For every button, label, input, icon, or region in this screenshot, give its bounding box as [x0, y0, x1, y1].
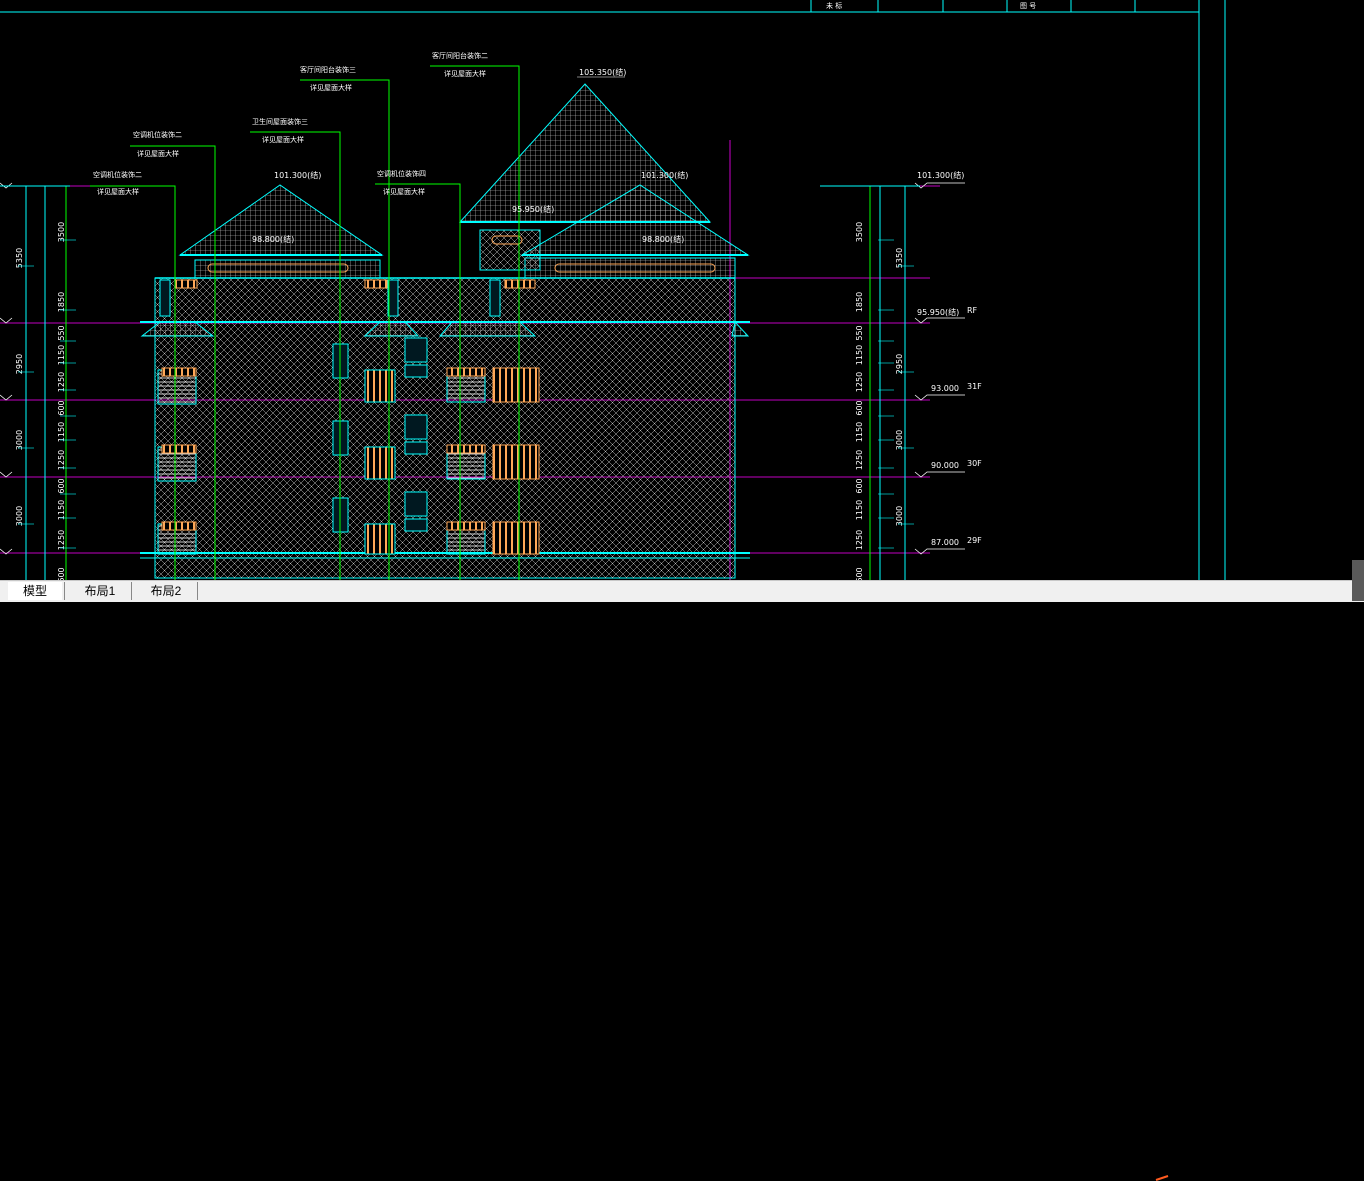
dimension-label: 2950 — [895, 354, 904, 374]
dimension-label: 1250 — [855, 372, 864, 392]
svg-text:客厅间阳台装饰二: 客厅间阳台装饰二 — [432, 51, 488, 60]
svg-text:客厅间阳台装饰三: 客厅间阳台装饰三 — [300, 65, 356, 74]
tab-layout1[interactable]: 布局1 — [70, 582, 130, 600]
dimension-label: 550 — [57, 325, 66, 340]
dimension-label: 2950 — [15, 354, 24, 374]
eave-right-elevation: 98.800(结) — [642, 234, 684, 244]
dim-chain-right-inner: 3500 1850 550 1150 1250 600 1150 1250 600 1150 125… — [855, 222, 894, 580]
dimension-label: 3000 — [895, 430, 904, 450]
dimension-label: 1250 — [57, 372, 66, 392]
roof-left-elevation: 101.300(结) — [274, 170, 321, 180]
svg-text:空调机位装饰四: 空调机位装饰四 — [377, 169, 426, 178]
vertical-scrollbar-thumb[interactable] — [1352, 560, 1364, 601]
svg-text:空调机位装饰二: 空调机位装饰二 — [93, 170, 142, 179]
dimension-label: 1250 — [57, 450, 66, 470]
drawing-canvas[interactable]: 未 标 图 号 空调机位装饰二 详见屋面大样 空调机位装饰二 详见屋面大样 卫生… — [0, 0, 1364, 580]
dimension-label: 600 — [855, 567, 864, 580]
dimension-label: 1250 — [855, 450, 864, 470]
dimension-label: 600 — [855, 478, 864, 493]
svg-text:详见屋面大样: 详见屋面大样 — [97, 187, 139, 196]
svg-text:空调机位装饰二: 空调机位装饰二 — [133, 130, 182, 139]
rf-level: 95.950(结) — [917, 307, 959, 317]
l30-tag: 30F — [967, 459, 982, 468]
dimension-label: 1850 — [855, 292, 864, 312]
eave-left-elevation: 98.800(结) — [252, 234, 294, 244]
dimension-label: 5350 — [895, 248, 904, 268]
roof-right-elevation: 101.300(结) — [641, 170, 688, 180]
svg-text:详见屋面大样: 详见屋面大样 — [310, 83, 352, 92]
dimension-label: 1150 — [57, 345, 66, 365]
dimension-label: 1250 — [855, 530, 864, 550]
dimension-label: 3000 — [15, 430, 24, 450]
cursor-icon — [1155, 1175, 1169, 1181]
dimension-label: 5350 — [15, 248, 24, 268]
peak-elevation: 105.350(结) — [579, 67, 626, 77]
leader-label-1: 空调机位装饰二 详见屋面大样 — [133, 130, 182, 158]
dimension-label: 1150 — [855, 500, 864, 520]
svg-text:详见屋面大样: 详见屋面大样 — [137, 149, 179, 158]
svg-text:详见屋面大样: 详见屋面大样 — [383, 187, 425, 196]
svg-text:详见屋面大样: 详见屋面大样 — [444, 69, 486, 78]
dimension-label: 600 — [57, 478, 66, 493]
svg-text:卫生间屋面装饰三: 卫生间屋面装饰三 — [252, 117, 308, 126]
title-cell-1: 未 标 — [826, 1, 842, 10]
l30-level: 90.000 — [931, 461, 959, 470]
dimension-label: 550 — [855, 325, 864, 340]
rf-tag: RF — [967, 306, 978, 315]
leader-label-0: 空调机位装饰二 详见屋面大样 — [93, 170, 142, 196]
leader-label-2: 卫生间屋面装饰三 详见屋面大样 — [252, 117, 308, 144]
elevation-drawing: 未 标 图 号 空调机位装饰二 详见屋面大样 空调机位装饰二 详见屋面大样 卫生… — [0, 0, 1226, 580]
layout-tab-bar: 模型 布局1 布局2 — [0, 580, 1364, 1181]
leader-label-4: 空调机位装饰四 详见屋面大样 — [377, 169, 426, 196]
dimension-label: 600 — [57, 400, 66, 415]
l31-tag: 31F — [967, 382, 982, 391]
tab-layout2[interactable]: 布局2 — [136, 582, 196, 600]
dimension-label: 1150 — [57, 422, 66, 442]
dimension-label: 1150 — [57, 500, 66, 520]
dimension-label: 1150 — [855, 422, 864, 442]
dimension-label: 3000 — [15, 506, 24, 526]
leader-label-3: 客厅间阳台装饰三 详见屋面大样 — [300, 65, 356, 92]
l31-level: 93.000 — [931, 384, 959, 393]
l29-level: 87.000 — [931, 538, 959, 547]
roofs — [178, 83, 750, 256]
building-elevation — [140, 229, 750, 579]
dimension-label: 3500 — [57, 222, 66, 242]
dim-chain-left-outer: 5350 2950 3000 3000 — [15, 248, 34, 526]
dimension-label: 1850 — [57, 292, 66, 312]
dimension-label: 3000 — [895, 506, 904, 526]
tab-model[interactable]: 模型 — [8, 582, 62, 600]
title-cell-2: 图 号 — [1020, 2, 1036, 10]
roof-dim-elevation: 101.300(结) — [917, 170, 964, 180]
l29-tag: 29F — [967, 536, 982, 545]
eave-mid-elevation: 95.950(结) — [512, 204, 554, 214]
dimension-label: 600 — [855, 400, 864, 415]
dimension-label: 600 — [57, 567, 66, 580]
dimension-label: 1150 — [855, 345, 864, 365]
dimension-label: 1250 — [57, 530, 66, 550]
dimension-label: 3500 — [855, 222, 864, 242]
leader-label-5: 客厅间阳台装饰二 详见屋面大样 — [432, 51, 488, 78]
svg-text:详见屋面大样: 详见屋面大样 — [262, 135, 304, 144]
